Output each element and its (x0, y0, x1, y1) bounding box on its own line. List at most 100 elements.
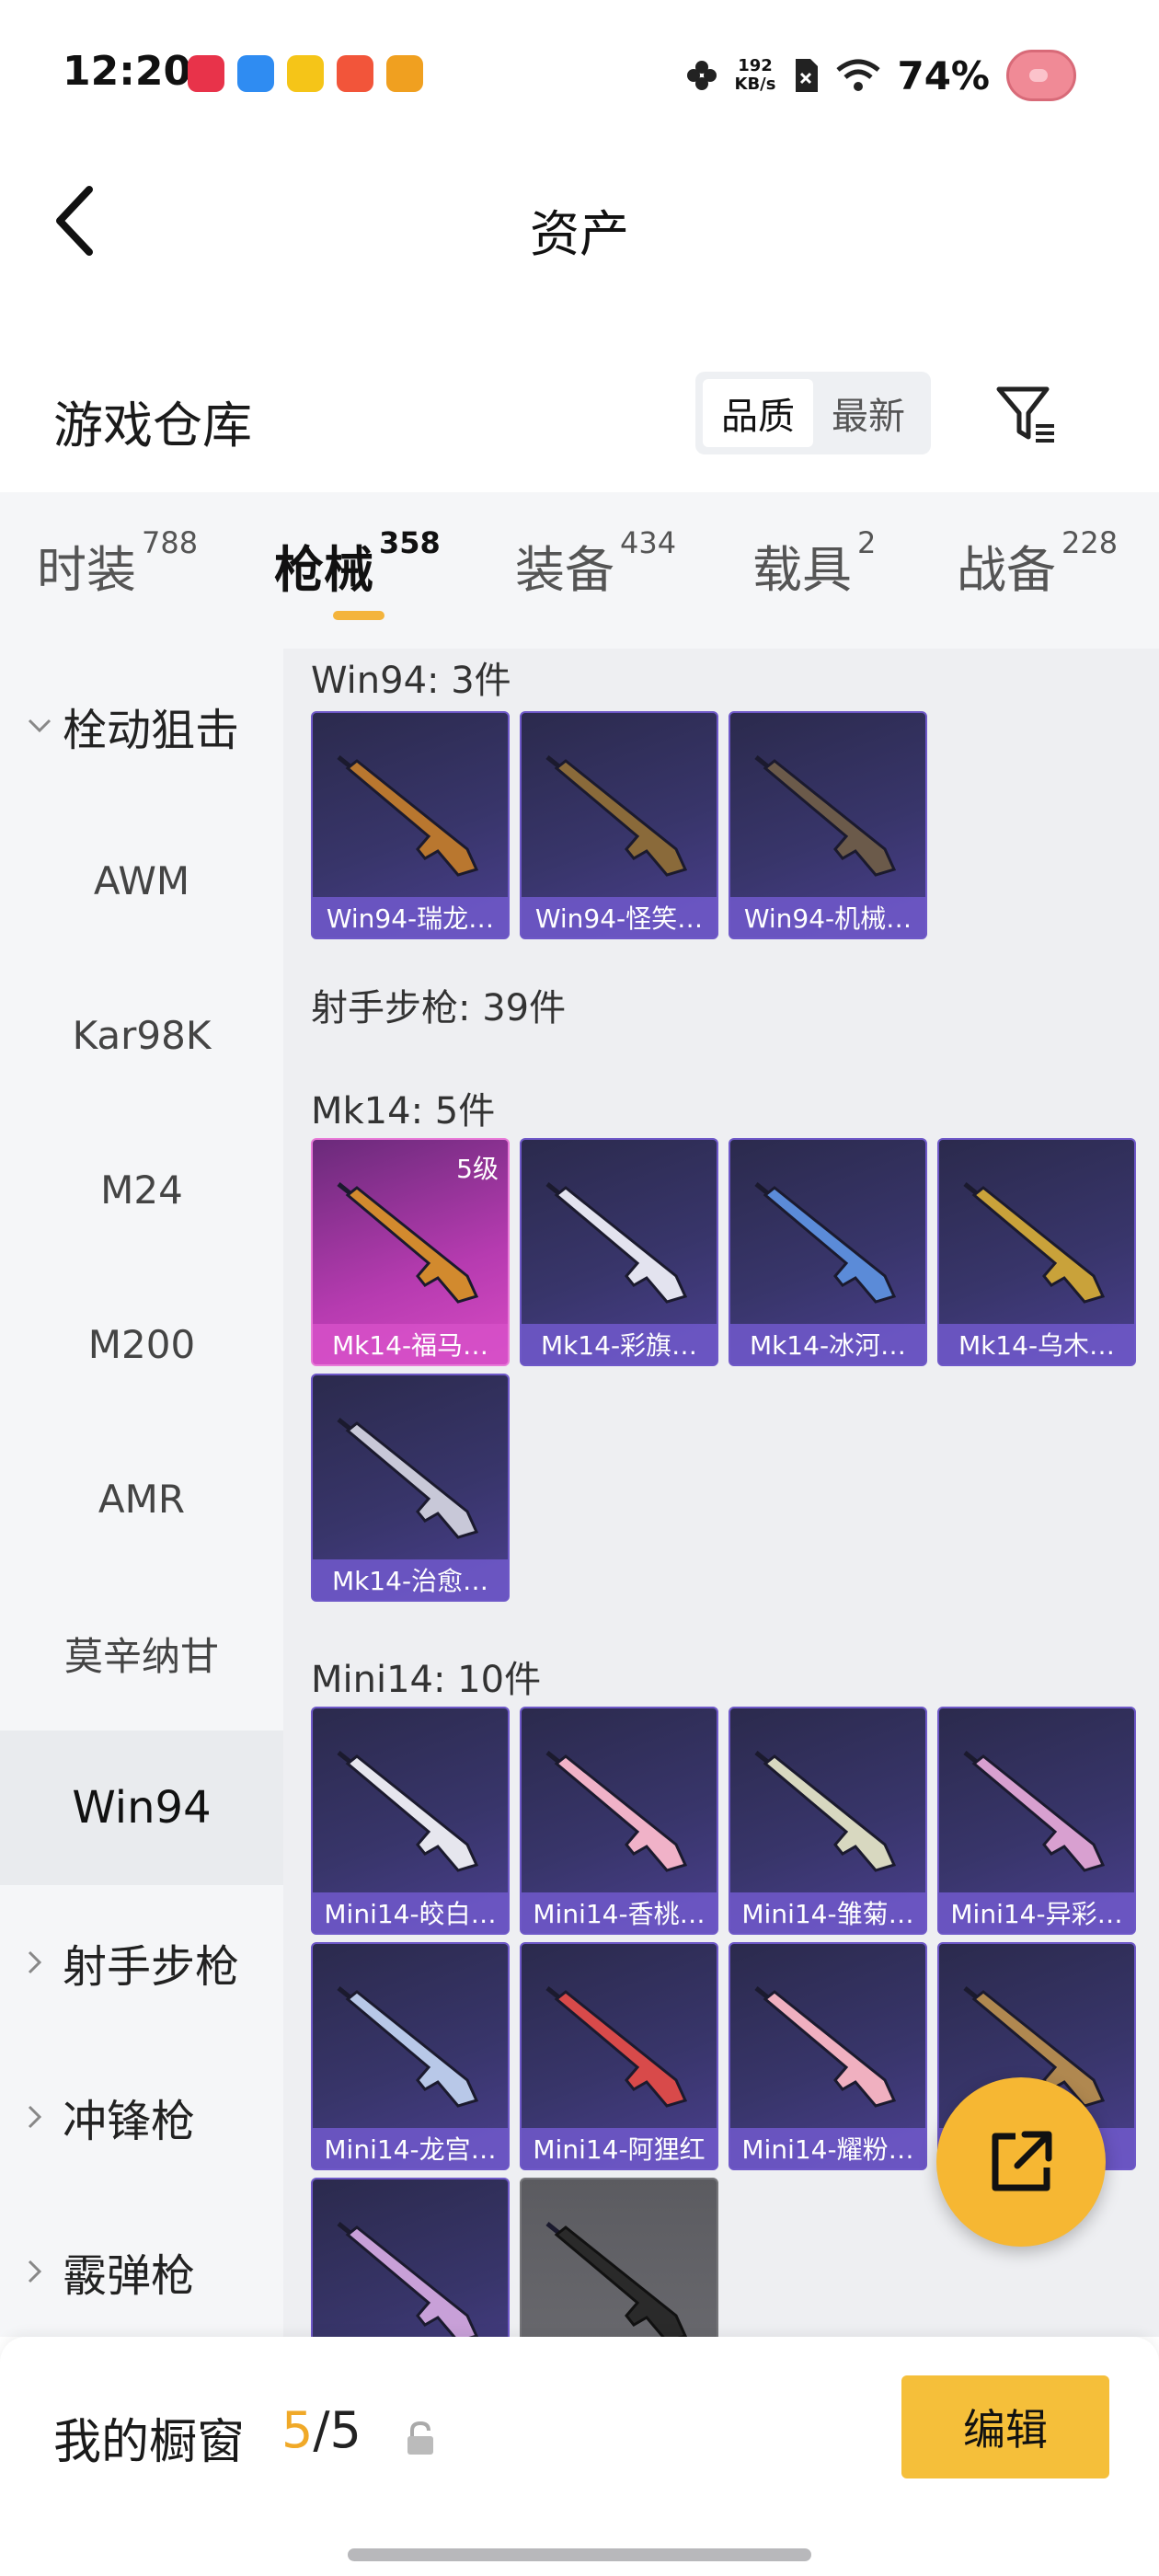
tab-label: 装备 (515, 541, 614, 599)
weapon-skin-card[interactable]: Mk14-治愈… (311, 1374, 510, 1602)
filter-button[interactable] (984, 373, 1067, 455)
weapon-skin-card[interactable]: Mini14-雏菊… (729, 1707, 927, 1935)
sidebar-group-marksman[interactable]: 射手步枪 (0, 1885, 283, 2040)
filter-icon (996, 386, 1054, 443)
sidebar-item-label: M24 (100, 1167, 183, 1213)
tab-gear[interactable]: 战备 228 (957, 525, 1118, 602)
tab-count: 434 (620, 525, 677, 560)
lock-icon (407, 2421, 433, 2455)
app-notification-icon (386, 55, 423, 92)
edit-showcase-button[interactable]: 编辑 (901, 2375, 1109, 2478)
category-label-mk14: Mk14: 5件 (311, 1090, 496, 1133)
app-notification-icon (237, 55, 274, 92)
weapon-skin-name: Win94-瑞龙… (313, 897, 508, 937)
weapon-skin-card[interactable]: Mini14-皎白… (311, 1707, 510, 1935)
tab-weapons[interactable]: 枪械 358 (274, 525, 441, 602)
weapon-skin-card[interactable]: Mini14-香桃… (520, 1707, 718, 1935)
weapon-skin-icon (545, 1751, 688, 1872)
sidebar-group-bolt-action[interactable]: 栓动狙击 (0, 649, 283, 803)
chevron-down-icon (26, 717, 63, 735)
weapon-skin-name: Mk14-治愈… (313, 1559, 508, 1600)
sidebar-group-shotgun[interactable]: 霰弹枪 (0, 2194, 283, 2337)
pig-avatar-icon (1006, 50, 1076, 101)
external-link-icon (992, 2131, 1052, 2191)
sidebar-item-awm[interactable]: AWM (0, 803, 283, 958)
weapon-skin-icon (545, 2222, 688, 2337)
home-indicator (348, 2548, 811, 2561)
share-button[interactable] (936, 2077, 1106, 2247)
sidebar-item-label: 霰弹枪 (63, 2250, 196, 2302)
weapon-skin-icon (754, 1751, 897, 1872)
sidebar-item-label: 射手步枪 (63, 1941, 240, 1993)
weapon-skin-name: Mini14-龙宫… (313, 2128, 508, 2168)
app-notification-icon (188, 55, 224, 92)
showcase-count-total: /5 (313, 2401, 361, 2459)
weapon-skin-card[interactable]: Win94-机械… (729, 711, 927, 939)
category-tabs: 时装 788 枪械 358 装备 434 载具 2 战备 228 (0, 492, 1159, 649)
network-speed-unit: KB/s (734, 75, 776, 94)
sidebar-item-m24[interactable]: M24 (0, 1112, 283, 1267)
network-speed: 192 KB/s (735, 57, 776, 94)
weapon-skin-icon (545, 1182, 688, 1304)
weapon-skin-card[interactable]: Mini14-龙宫… (311, 1942, 510, 2170)
category-label-mini14: Mini14: 10件 (311, 1659, 542, 1701)
weapon-skin-icon (963, 1751, 1106, 1872)
weapon-skin-card[interactable]: Mini14-异彩… (937, 1707, 1136, 1935)
app-notification-icon (337, 55, 373, 92)
chevron-right-icon (26, 2103, 63, 2131)
weapon-skin-icon (337, 2222, 479, 2337)
weapon-skin-card[interactable] (520, 2178, 718, 2337)
weapon-skin-card[interactable]: Mk14-彩旗… (520, 1138, 718, 1366)
weapon-skin-icon (337, 1986, 479, 2108)
flower-icon (686, 61, 717, 90)
weapon-skin-card[interactable]: Mk14-冰河… (729, 1138, 927, 1366)
weapon-skin-card[interactable]: Mk14-乌木… (937, 1138, 1136, 1366)
category-label-marksman: 射手步枪: 39件 (311, 987, 567, 1029)
sidebar-item-label: AWM (93, 857, 190, 903)
weapon-skin-name: Mini14-阿狸红 (522, 2128, 717, 2168)
tab-costume[interactable]: 时装 788 (37, 525, 198, 602)
sidebar-item-label: 莫辛纳甘 (63, 1633, 219, 1679)
weapon-skin-name: Mk14-彩旗… (522, 1324, 717, 1364)
tab-equipment[interactable]: 装备 434 (515, 525, 676, 602)
weapon-skin-icon (754, 1986, 897, 2108)
section-title: 游戏仓库 (53, 397, 252, 454)
battery-level: 74% (897, 52, 990, 98)
sidebar-item-amr[interactable]: AMR (0, 1421, 283, 1576)
weapon-skin-name: Win94-机械… (730, 897, 925, 937)
weapon-skin-card[interactable]: Win94-怪笑… (520, 711, 718, 939)
weapon-skin-name: Mk14-冰河… (730, 1324, 925, 1364)
skin-level-badge: 5级 (456, 1154, 499, 1184)
weapon-skin-card[interactable]: Win94-瑞龙… (311, 711, 510, 939)
weapon-skin-icon (754, 1182, 897, 1304)
weapon-skin-name: Mini14-皎白… (313, 1892, 508, 1933)
weapon-skin-card[interactable]: 5级 Mk14-福马… (311, 1138, 510, 1366)
weapon-skin-card[interactable]: Mini14-耀粉… (729, 1942, 927, 2170)
sidebar-item-m200[interactable]: M200 (0, 1267, 283, 1421)
weapon-skin-name: Mini14-雏菊… (730, 1892, 925, 1933)
sidebar-item-mosin[interactable]: 莫辛纳甘 (0, 1576, 283, 1731)
sidebar-item-label: AMR (98, 1476, 186, 1522)
sort-option-latest[interactable]: 最新 (813, 379, 924, 447)
network-speed-value: 192 (738, 56, 773, 75)
chevron-right-icon (26, 1949, 63, 1976)
sidebar-item-label: M200 (87, 1321, 196, 1367)
tab-vehicles[interactable]: 载具 2 (752, 525, 876, 602)
sidebar-item-win94[interactable]: Win94 (0, 1731, 283, 1885)
sidebar-item-kar98k[interactable]: Kar98K (0, 958, 283, 1112)
weapon-skin-name: Mk14-福马… (313, 1324, 508, 1364)
category-label-win94: Win94: 3件 (311, 660, 511, 702)
weapon-skin-card[interactable]: Mini14-阿狸红 (520, 1942, 718, 2170)
tab-count: 228 (1061, 525, 1119, 560)
status-bar: 12:20 192 KB/s 74% (0, 0, 1159, 147)
tab-label: 战备 (957, 541, 1056, 599)
wifi-icon (836, 59, 881, 91)
weapon-skin-icon (754, 755, 897, 877)
weapon-skin-card[interactable] (311, 2178, 510, 2337)
status-time: 12:20 (63, 48, 192, 95)
sidebar-group-smg[interactable]: 冲锋枪 (0, 2040, 283, 2194)
weapon-skin-icon (337, 755, 479, 877)
tab-label: 时装 (37, 541, 136, 599)
tab-label: 枪械 (274, 541, 373, 599)
sort-option-quality[interactable]: 品质 (703, 379, 813, 447)
